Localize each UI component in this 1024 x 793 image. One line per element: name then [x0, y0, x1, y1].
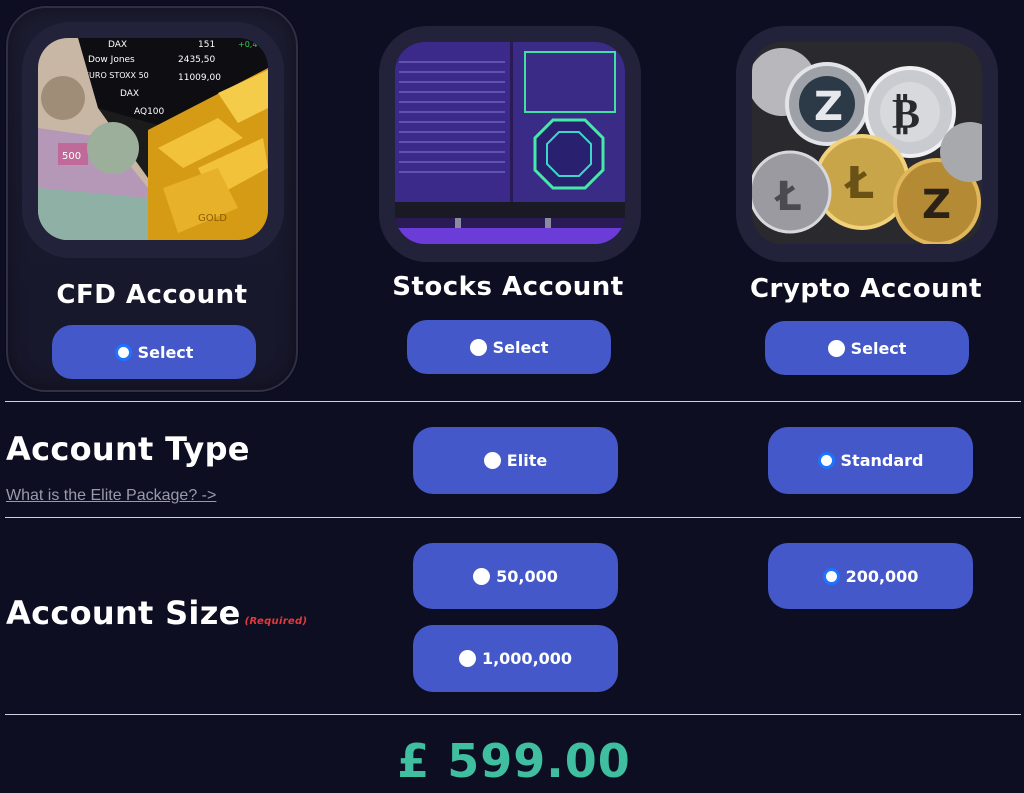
account-size-heading-text: Account Size: [6, 594, 241, 632]
ticker-row-stoxx: EURO STOXX 50: [84, 71, 149, 80]
crypto-select-button[interactable]: Select: [765, 321, 969, 375]
account-size-heading: Account Size (Required): [6, 594, 307, 632]
ticker-value-dow: 2435,50: [178, 55, 215, 65]
trading-monitor-photo: [395, 42, 625, 244]
cfd-select-radio[interactable]: [114, 343, 132, 361]
cfd-account-title: CFD Account: [56, 280, 248, 310]
ticker-change: +0,4: [238, 40, 257, 49]
forex-cash-gold-photo: DAX 151 +0,4 Dow Jones 2435,50 EURO STOX…: [38, 38, 268, 240]
svg-text:Z: Z: [814, 84, 843, 130]
svg-text:₿: ₿: [892, 89, 920, 138]
crypto-coins-photo: Z ₿ Ł Z Ł: [752, 42, 982, 244]
ticker-row-aq: AQ100: [134, 107, 165, 117]
account-type-standard-option[interactable]: Standard: [768, 427, 973, 494]
divider-middle: [5, 517, 1021, 518]
svg-text:Ł: Ł: [774, 174, 802, 220]
account-type-heading: Account Type: [6, 430, 250, 468]
size-1000000-radio[interactable]: [458, 650, 476, 667]
size-50000-label: 50,000: [496, 566, 558, 586]
cfd-account-card[interactable]: DAX 151 +0,4 Dow Jones 2435,50 EURO STOX…: [6, 6, 298, 392]
gold-bar-label: GOLD: [198, 213, 227, 224]
account-size-50000-option[interactable]: 50,000: [413, 543, 618, 609]
banknote-label: 500: [62, 151, 81, 162]
cfd-select-button[interactable]: Select: [52, 325, 256, 379]
ticker-row-dax2: DAX: [120, 89, 139, 99]
stocks-select-label: Select: [492, 337, 549, 357]
account-type-elite-option[interactable]: Elite: [413, 427, 618, 494]
crypto-account-title: Crypto Account: [749, 274, 983, 304]
ticker-value-stoxx: 11009,00: [178, 73, 221, 83]
stocks-select-button[interactable]: Select: [407, 320, 611, 374]
standard-label: Standard: [840, 451, 924, 470]
stocks-account-card[interactable]: Stocks Account Select: [362, 6, 654, 392]
account-size-200000-option[interactable]: 200,000: [768, 543, 973, 609]
divider-bottom: [5, 714, 1021, 715]
ticker-row-dax: DAX: [108, 40, 127, 50]
stocks-account-title: Stocks Account: [392, 272, 624, 302]
stocks-select-radio[interactable]: [469, 338, 487, 356]
size-1000000-label: 1,000,000: [481, 649, 573, 668]
stocks-image-frame: [379, 26, 641, 262]
ticker-value-dax: 151: [198, 40, 215, 50]
svg-text:Ł: Ł: [844, 158, 874, 209]
size-200000-radio[interactable]: [822, 567, 840, 585]
account-size-1000000-option[interactable]: 1,000,000: [413, 625, 618, 692]
svg-text:Z: Z: [922, 182, 951, 228]
size-200000-label: 200,000: [845, 566, 919, 586]
crypto-select-radio[interactable]: [827, 339, 845, 357]
crypto-account-card[interactable]: Z ₿ Ł Z Ł Crypto Account Select: [720, 6, 1012, 392]
elite-package-link[interactable]: What is the Elite Package? ->: [6, 487, 216, 505]
required-label: (Required): [244, 616, 308, 627]
elite-label: Elite: [506, 451, 548, 470]
ticker-row-dow: Dow Jones: [88, 55, 135, 65]
price-total: £ 599.00: [397, 734, 631, 788]
size-50000-radio[interactable]: [473, 567, 491, 585]
elite-radio[interactable]: [483, 452, 501, 469]
standard-radio[interactable]: [817, 452, 835, 469]
account-configurator: DAX 151 +0,4 Dow Jones 2435,50 EURO STOX…: [0, 0, 1024, 793]
crypto-image-frame: Z ₿ Ł Z Ł: [736, 26, 998, 262]
divider-top: [5, 401, 1021, 402]
cfd-image-frame: DAX 151 +0,4 Dow Jones 2435,50 EURO STOX…: [22, 22, 284, 258]
cfd-select-label: Select: [137, 342, 194, 362]
crypto-select-label: Select: [850, 338, 907, 358]
